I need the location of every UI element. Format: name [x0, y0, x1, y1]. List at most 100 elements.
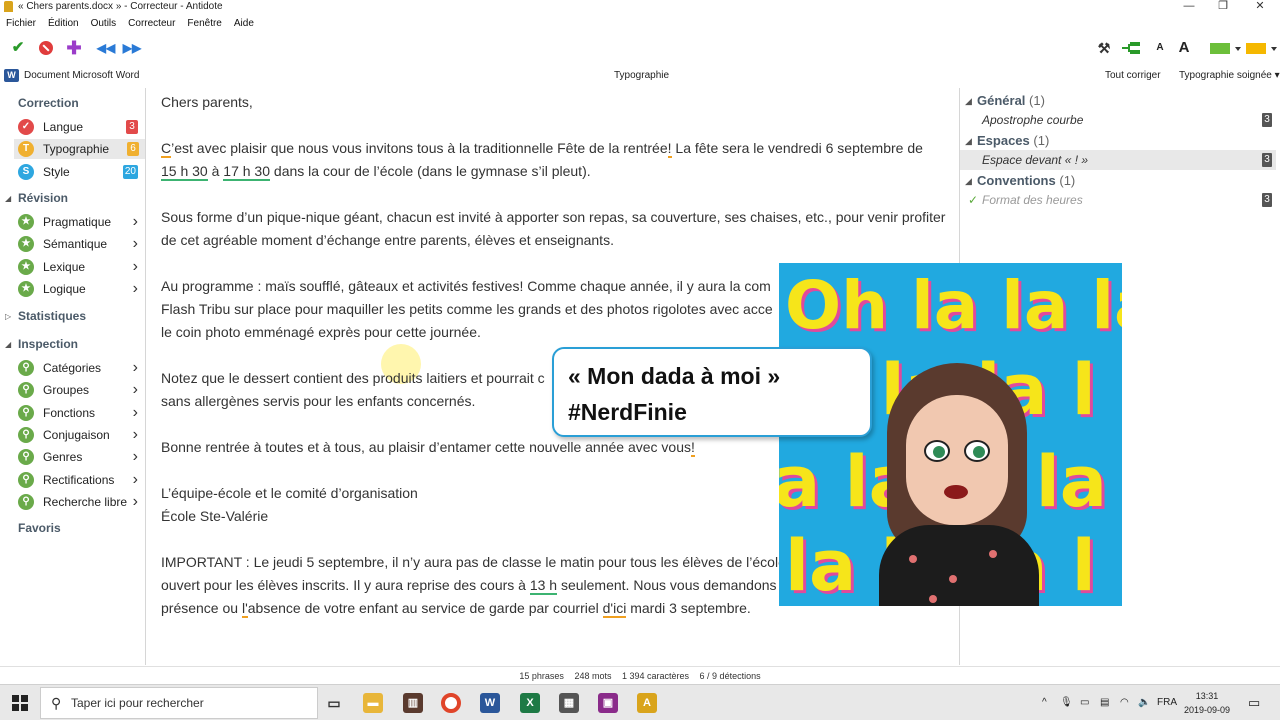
section-inspection[interactable]: Inspection [18, 337, 78, 351]
previous-icon[interactable]: ◀◀ [96, 38, 116, 58]
collapse-triangle-icon[interactable]: ◢ [965, 176, 972, 187]
notifications-icon[interactable]: ▭ [1248, 685, 1260, 720]
apostrophe-detection[interactable]: d'ici [602, 600, 627, 618]
stop-icon[interactable] [36, 38, 56, 58]
expand-triangle-icon[interactable]: ▷ [5, 312, 11, 321]
highlight-color-icon[interactable] [1208, 38, 1244, 58]
left-divider[interactable] [145, 88, 146, 665]
teams-icon[interactable]: ▣ [598, 693, 618, 713]
menu-outils[interactable]: Outils [85, 16, 123, 32]
tools-icon[interactable]: ⚒ [1094, 38, 1114, 58]
chrome-icon[interactable] [441, 693, 461, 713]
group-title: Général [977, 93, 1026, 108]
time-format-detection[interactable]: 13 h [529, 577, 558, 595]
count-badge: 6 [127, 142, 139, 156]
nav-item-groupes[interactable]: ⚲ Groupes › [14, 380, 142, 400]
font-small-icon[interactable]: A [1150, 38, 1170, 58]
battery-icon[interactable]: ▭ [1080, 685, 1089, 720]
time-format-detection[interactable]: 17 h 30 [223, 163, 271, 181]
collapse-triangle-icon[interactable]: ◢ [5, 194, 11, 203]
doc-paragraph-2b: de cet agréable moment d’échange entre p… [161, 232, 614, 248]
tree-icon[interactable] [1122, 38, 1142, 58]
archive-app-icon[interactable]: ▥ [403, 693, 423, 713]
nav-item-logique[interactable]: ★ Logique › [14, 279, 142, 299]
nav-item-fonctions[interactable]: ⚲ Fonctions › [14, 403, 142, 423]
chevron-right-icon: › [132, 235, 138, 252]
group-general[interactable]: Général (1) [977, 93, 1045, 108]
nav-item-genres[interactable]: ⚲ Genres › [14, 447, 142, 467]
close-button[interactable]: ✕ [1243, 0, 1277, 14]
nav-item-conjugaison[interactable]: ⚲ Conjugaison › [14, 425, 142, 445]
group-conventions[interactable]: Conventions (1) [977, 173, 1075, 188]
collapse-triangle-icon[interactable]: ◢ [5, 340, 11, 349]
task-view-icon[interactable]: ▭ [324, 693, 344, 713]
detection-label: Format des heures [982, 193, 1083, 207]
section-correction[interactable]: Correction [18, 96, 79, 110]
nav-item-rectifications[interactable]: ⚲ Rectifications › [14, 470, 142, 490]
section-favoris[interactable]: Favoris [18, 521, 61, 535]
detection-espace-devant[interactable]: Espace devant « ! » 3 [960, 150, 1276, 170]
font-large-icon[interactable]: A [1174, 38, 1194, 58]
taskbar-search-input[interactable]: ⚲ Taper ici pour rechercher [40, 687, 318, 719]
text-run: dans la cour de l’école (dans le gymnase… [270, 163, 591, 179]
collapse-triangle-icon[interactable]: ◢ [965, 136, 972, 147]
chevron-right-icon: › [132, 359, 138, 376]
excel-icon[interactable]: X [520, 693, 540, 713]
clock[interactable]: 13:31 2019-09-09 [1182, 689, 1232, 717]
antidote-taskbar-icon[interactable]: A [637, 693, 657, 713]
status-bar: 15 phrases 248 mots 1 394 caractères 6 /… [0, 666, 1280, 684]
fix-all-button[interactable]: Tout corriger [1105, 66, 1161, 86]
wifi-icon[interactable]: ◠ [1120, 685, 1129, 720]
menu-aide[interactable]: Aide [228, 16, 260, 32]
doc-greeting: Chers parents, [161, 94, 253, 110]
tray-chevron-icon[interactable]: ^ [1042, 685, 1047, 720]
menu-fichier[interactable]: Fichier [0, 16, 42, 32]
group-espaces[interactable]: Espaces (1) [977, 133, 1049, 148]
file-explorer-icon[interactable]: ▬ [363, 693, 383, 713]
fill-color-icon[interactable] [1244, 38, 1280, 58]
calculator-icon[interactable]: ▦ [559, 693, 579, 713]
menu-bar: Fichier Édition Outils Correcteur Fenêtr… [0, 16, 260, 32]
section-revision[interactable]: Révision [18, 191, 68, 205]
network-icon[interactable]: ▤ [1100, 685, 1109, 720]
detection-apostrophe-courbe[interactable]: Apostrophe courbe 3 [960, 110, 1276, 130]
text-run: Bonne rentrée à toutes et à tous, au pla… [161, 439, 692, 455]
nav-item-semantique[interactable]: ★ Sémantique › [14, 234, 142, 254]
detection-format-heures[interactable]: ✓ Format des heures 3 [960, 190, 1276, 210]
nav-item-lexique[interactable]: ★ Lexique › [14, 257, 142, 277]
flower-pattern [909, 555, 917, 563]
nav-item-recherche-libre[interactable]: ⚲ Recherche libre › [14, 492, 142, 512]
nav-item-categories[interactable]: ⚲ Catégories › [14, 358, 142, 378]
nav-item-langue[interactable]: ✓ Langue 3 [14, 117, 142, 137]
check-icon[interactable]: ✔ [8, 38, 28, 58]
maximize-button[interactable]: ❐ [1206, 0, 1240, 14]
nav-item-typographie[interactable]: T Typographie 6 [14, 139, 145, 159]
menu-correcteur[interactable]: Correcteur [122, 16, 181, 32]
section-statistiques[interactable]: Statistiques [18, 309, 86, 323]
volume-icon[interactable]: 🔈 [1138, 685, 1150, 720]
time-format-detection[interactable]: 15 h 30 [161, 163, 208, 181]
detection-label: Espace devant « ! » [982, 153, 1089, 167]
text-run: La fête sera le vendredi 6 septembre de [671, 140, 923, 156]
doc-paragraph-1a: C’est avec plaisir que nous vous inviton… [161, 137, 961, 160]
nav-label: Lexique [43, 260, 86, 274]
minimize-button[interactable]: — [1172, 0, 1206, 14]
add-icon[interactable]: ✚ [64, 38, 84, 58]
microphone-icon[interactable]: 🎙 [1060, 685, 1073, 720]
profile-dropdown[interactable]: Typographie soignée ▾ [1179, 66, 1280, 86]
nav-item-pragmatique[interactable]: ★ Pragmatique › [14, 212, 142, 232]
language-indicator[interactable]: FRA [1157, 685, 1177, 720]
word-taskbar-icon[interactable]: W [480, 693, 500, 713]
collapse-triangle-icon[interactable]: ◢ [965, 96, 972, 107]
menu-fenetre[interactable]: Fenêtre [181, 16, 227, 32]
nav-item-style[interactable]: S Style 20 [14, 162, 142, 182]
typographie-icon: T [18, 141, 34, 157]
space-detection[interactable]: ! [691, 439, 695, 457]
next-icon[interactable]: ▶▶ [122, 38, 142, 58]
style-icon: S [18, 164, 34, 180]
nav-label: Catégories [43, 361, 102, 375]
windows-start-icon[interactable] [12, 695, 28, 711]
menu-edition[interactable]: Édition [42, 16, 85, 32]
nav-label: Conjugaison [43, 428, 110, 442]
apostrophe-detection[interactable]: C [161, 140, 172, 158]
